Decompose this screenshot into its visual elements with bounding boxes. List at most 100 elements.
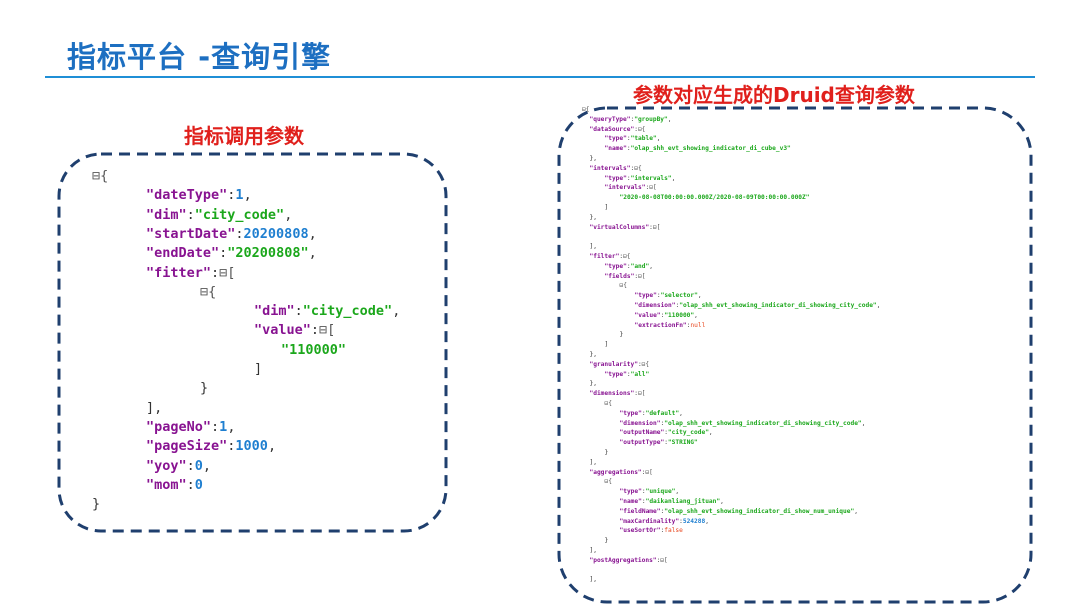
code-line: ], <box>590 576 597 583</box>
code-line: ] <box>605 204 609 211</box>
code-line: } <box>200 380 208 396</box>
code-token: , <box>708 429 713 437</box>
code-token: 1 <box>235 187 244 204</box>
code-token: "maxCardinality" <box>619 517 680 525</box>
code-token: "value" <box>254 322 311 339</box>
code-token: "type" <box>604 135 627 143</box>
code-line: "outputType":"STRING" <box>620 439 698 446</box>
code-token: }, <box>589 351 597 358</box>
code-line: "name":"daikanliang_jituan", <box>620 498 724 505</box>
code-line: ⊟{ <box>200 284 216 300</box>
code-token: ⊟[ <box>649 184 657 192</box>
code-line: "intervals":⊟{ <box>590 165 642 172</box>
left-panel-heading: 指标调用参数 <box>184 124 304 148</box>
code-token: ], <box>589 243 597 251</box>
code-token: "type" <box>634 292 657 300</box>
code-line: } <box>605 537 609 544</box>
code-token: "city_code" <box>194 206 285 223</box>
code-line: "value":"110000", <box>635 312 698 319</box>
code-token: , <box>267 438 277 455</box>
code-token: "useSortOr" <box>619 527 661 535</box>
code-token: "default" <box>645 409 680 417</box>
code-line: "type":"all" <box>605 371 650 378</box>
code-token: "type" <box>604 370 627 378</box>
code-token: : <box>211 264 220 281</box>
code-token: "dimension" <box>634 302 676 309</box>
code-token: 0 <box>194 476 203 493</box>
code-token: "dimension" <box>619 419 661 427</box>
code-line: ⊟{ <box>620 282 627 289</box>
code-token: "dim" <box>146 206 187 223</box>
code-token: 20200808 <box>243 225 309 242</box>
code-line: "type":"and", <box>605 263 653 270</box>
code-line: }, <box>590 351 597 358</box>
code-token: }, <box>589 213 597 221</box>
code-line: "useSortOr":false <box>620 527 683 534</box>
code-token: , <box>675 488 680 496</box>
code-line: "dataSource":⊟{ <box>590 126 646 133</box>
code-line: ] <box>605 341 609 348</box>
code-line: ], <box>146 400 162 416</box>
code-token: "type" <box>619 409 642 417</box>
code-line: "type":"intervals", <box>605 175 676 182</box>
code-line: "dim":"city_code", <box>146 207 292 223</box>
title-divider <box>45 76 1035 78</box>
code-line: }, <box>590 214 597 221</box>
code-token: ], <box>589 458 597 466</box>
code-token: "20200808" <box>227 245 309 262</box>
code-line: ⊟{ <box>605 478 612 485</box>
code-token: ⊟[ <box>645 468 653 476</box>
code-line: "startDate":20200808, <box>146 226 317 242</box>
code-line: "pageSize":1000, <box>146 438 276 454</box>
code-line: "outputName":"city_code", <box>620 429 713 436</box>
code-line: "110000" <box>281 342 346 358</box>
code-token: ⊟[ <box>637 390 646 398</box>
code-line: } <box>620 331 624 338</box>
code-line: "fields":⊟[ <box>605 273 646 280</box>
code-token: ⊟{ <box>92 168 109 184</box>
code-token: ], <box>146 399 163 416</box>
code-token: : <box>294 303 303 320</box>
code-token: , <box>854 507 858 515</box>
code-token: "aggregations" <box>589 468 642 476</box>
code-line: ], <box>590 459 597 466</box>
code-line: }, <box>590 155 597 162</box>
code-line: "filter":⊟{ <box>590 253 631 260</box>
code-token: , <box>861 419 866 427</box>
code-token: "extractionFn" <box>634 321 687 329</box>
code-token: "groupBy" <box>634 115 668 123</box>
code-token: ⊟[ <box>660 556 668 564</box>
code-token: } <box>604 537 609 545</box>
code-token: 0 <box>194 457 203 474</box>
slide-title: 指标平台 -查询引擎 <box>67 40 332 74</box>
code-token: "and" <box>630 262 650 270</box>
code-token: "name" <box>604 145 627 153</box>
code-line: "dimension":"olap_shh_evt_showing_indica… <box>620 420 866 427</box>
code-token: ⊟{ <box>604 400 612 407</box>
code-line: "type":"selector", <box>635 292 702 299</box>
code-token: "fieldName" <box>619 507 661 515</box>
code-token: "dim" <box>254 303 295 320</box>
code-token: ⊟[ <box>638 272 646 280</box>
code-token: "type" <box>604 174 627 182</box>
code-token: : <box>310 322 320 339</box>
code-token: }, <box>589 155 597 162</box>
code-line: "pageNo":1, <box>146 419 235 435</box>
code-line: ⊟{ <box>92 168 108 184</box>
code-token: "olap_shh_evt_showing_indicator_di_showi… <box>679 302 877 309</box>
code-token: } <box>200 380 209 397</box>
code-token: ⊟[ <box>319 322 336 339</box>
code-token: ⊟{ <box>623 253 631 260</box>
code-token: "type" <box>619 488 642 496</box>
code-line: } <box>605 449 609 456</box>
code-token: , <box>308 225 317 242</box>
code-token: ⊟{ <box>604 478 612 486</box>
code-token: } <box>604 449 609 456</box>
code-token: , <box>284 206 293 223</box>
code-line: "postAggregations":⊟[ <box>590 557 668 564</box>
code-token: "intervals" <box>589 164 631 172</box>
code-token: , <box>705 517 709 525</box>
code-token: "value" <box>634 311 661 319</box>
code-line: "queryType":"groupBy", <box>590 116 672 123</box>
code-line: "type":"unique", <box>620 488 680 495</box>
